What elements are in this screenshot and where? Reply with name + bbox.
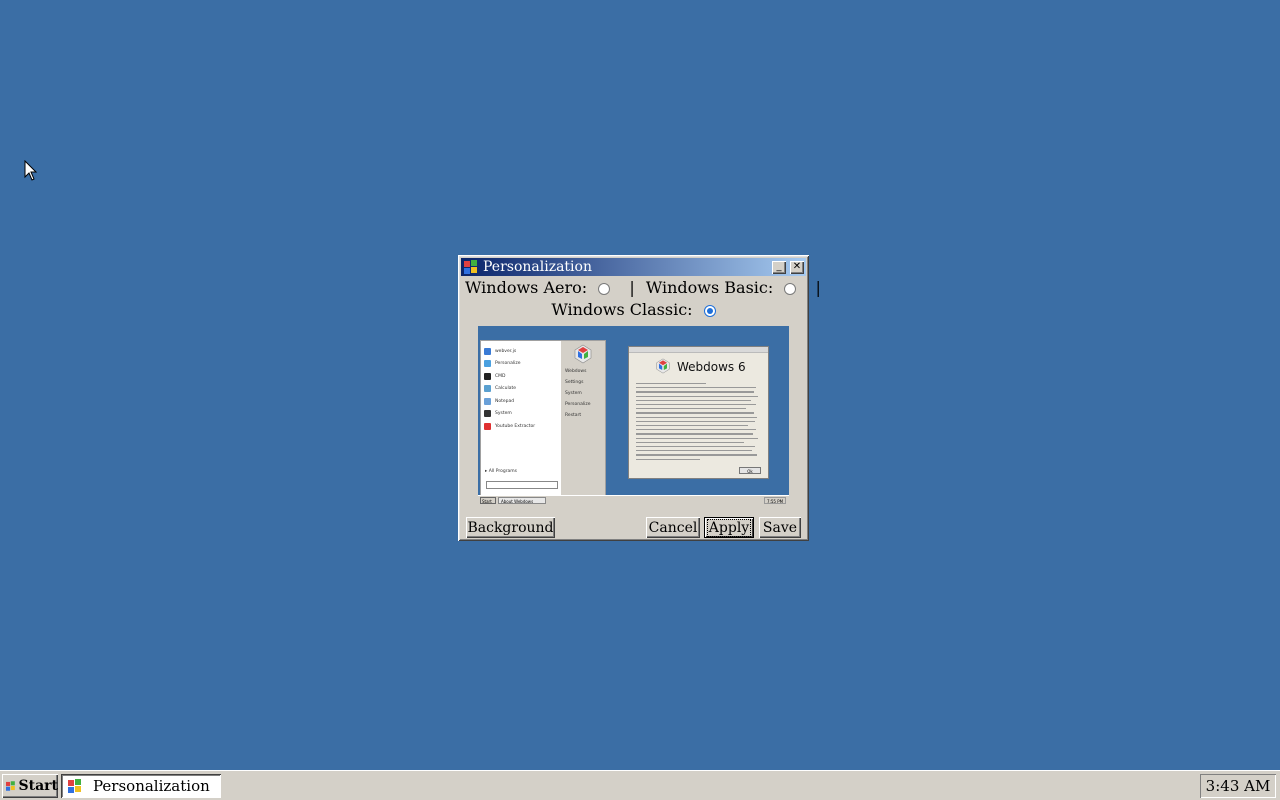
preview-start-menu-programs: webver.js Personalize CMD Calculate Notepad S… <box>481 341 561 499</box>
preview-start-item: webver.js <box>481 345 561 358</box>
cancel-button[interactable]: Cancel <box>646 517 700 538</box>
save-button-label: Save <box>762 519 798 536</box>
preview-about-name: Webdows 6 <box>677 360 746 374</box>
apply-button-label: Apply <box>706 518 752 537</box>
preview-text-line <box>636 437 758 439</box>
preview-task-button: About Webdows <box>498 497 546 504</box>
preview-text-line <box>636 454 757 456</box>
preview-start-place: Restart <box>565 413 582 418</box>
classic-radio[interactable] <box>703 304 716 317</box>
minimize-icon: _ <box>776 261 782 272</box>
preview-text-line <box>636 399 751 401</box>
preview-text-line <box>636 441 744 443</box>
preview-start-item-label: Calculate <box>495 386 517 392</box>
separator: | <box>815 278 821 297</box>
preview-start-item: CMD <box>481 370 561 383</box>
theme-options-row-2: Windows Classic: <box>458 300 809 322</box>
preview-start-place: Personalize <box>565 402 591 407</box>
preview-text-line <box>636 408 746 410</box>
preview-ok-button: Ok <box>739 467 761 474</box>
preview-program-icon <box>484 385 491 393</box>
taskbar: Start Personalization 3:43 AM <box>0 770 1280 800</box>
preview-about-window: Webdows 6 Ok <box>628 346 769 479</box>
personalization-window: Personalization _ ✕ Windows Aero: | Wind… <box>458 255 821 541</box>
preview-start-place: System <box>565 391 582 396</box>
clock-time: 3:43 AM <box>1205 777 1271 795</box>
theme-options-row: Windows Aero: | Windows Basic: | <box>465 278 821 300</box>
minimize-button[interactable]: _ <box>772 260 786 274</box>
preview-program-icon <box>484 422 491 430</box>
preview-text-line <box>636 416 757 418</box>
preview-program-icon <box>484 397 491 405</box>
start-button[interactable]: Start <box>2 774 58 798</box>
preview-clock: 7:55 PM <box>764 497 786 504</box>
preview-text-line <box>636 420 755 422</box>
preview-start-button: Start <box>480 497 496 504</box>
preview-text-line <box>636 383 706 385</box>
start-label: Start <box>18 778 59 794</box>
preview-text-line <box>636 433 753 435</box>
taskbar-item-label: Personalization <box>93 777 210 795</box>
preview-text-line <box>636 459 700 461</box>
separator: | <box>629 278 635 297</box>
preview-start-item-label: Personalize <box>495 361 521 367</box>
title-bar[interactable]: Personalization _ ✕ <box>461 258 806 276</box>
preview-start-item-label: webver.js <box>495 348 517 354</box>
taskbar-clock[interactable]: 3:43 AM <box>1200 774 1276 798</box>
preview-text-line <box>636 391 754 393</box>
preview-start-place: Settings <box>565 380 584 385</box>
preview-about-titlebar <box>629 347 768 353</box>
preview-text-line <box>636 446 755 448</box>
preview-start-item: Calculate <box>481 383 561 396</box>
save-button[interactable]: Save <box>759 517 801 538</box>
preview-program-icon <box>484 347 491 355</box>
aero-radio[interactable] <box>598 282 611 295</box>
preview-text-line <box>636 387 756 389</box>
window-title: Personalization <box>483 259 592 275</box>
start-logo-icon <box>6 781 15 791</box>
classic-label: Windows Classic: <box>551 300 693 319</box>
background-button-label: Background <box>467 519 554 536</box>
taskbar-item-personalization[interactable]: Personalization <box>61 774 221 798</box>
aero-label: Windows Aero: <box>465 278 588 297</box>
webdows-logo-icon <box>656 358 670 374</box>
webdows-logo-icon <box>68 779 81 793</box>
webdows-logo-icon <box>574 344 592 364</box>
preview-start-item-label: Youtube Extractor <box>495 423 536 429</box>
webdows-logo-icon <box>464 260 477 274</box>
preview-taskbar: Start About Webdows 7:55 PM <box>478 495 789 506</box>
preview-start-item-label: Notepad <box>495 398 515 404</box>
preview-start-item-label: System <box>495 411 512 417</box>
close-icon: ✕ <box>792 261 802 272</box>
preview-program-icon <box>484 410 491 418</box>
basic-radio[interactable] <box>784 282 797 295</box>
preview-all-programs: ▸ All Programs <box>485 469 518 474</box>
preview-text-line <box>636 429 756 431</box>
cancel-button-label: Cancel <box>648 519 698 536</box>
preview-text-line <box>636 395 758 397</box>
preview-program-icon <box>484 372 491 380</box>
preview-program-icon <box>484 360 491 368</box>
close-button[interactable]: ✕ <box>790 260 804 274</box>
apply-button[interactable]: Apply <box>704 517 754 538</box>
theme-preview: webver.js Personalize CMD Calculate Notepad S… <box>478 326 789 506</box>
mouse-cursor-icon <box>24 160 38 181</box>
preview-text-line <box>636 425 748 427</box>
preview-start-item-label: CMD <box>495 373 506 379</box>
preview-start-item: Youtube Extractor <box>481 420 561 433</box>
preview-start-menu: webver.js Personalize CMD Calculate Notepad S… <box>480 340 606 499</box>
preview-start-place: Webdows <box>565 369 587 374</box>
preview-text-line <box>636 450 752 452</box>
preview-search-box <box>486 481 558 489</box>
preview-text-line <box>636 404 756 406</box>
basic-label: Windows Basic: <box>645 278 774 297</box>
preview-start-item: Notepad <box>481 395 561 408</box>
background-button[interactable]: Background <box>466 517 555 538</box>
preview-start-item: Personalize <box>481 358 561 371</box>
preview-text-line <box>636 412 754 414</box>
preview-start-item: System <box>481 408 561 421</box>
